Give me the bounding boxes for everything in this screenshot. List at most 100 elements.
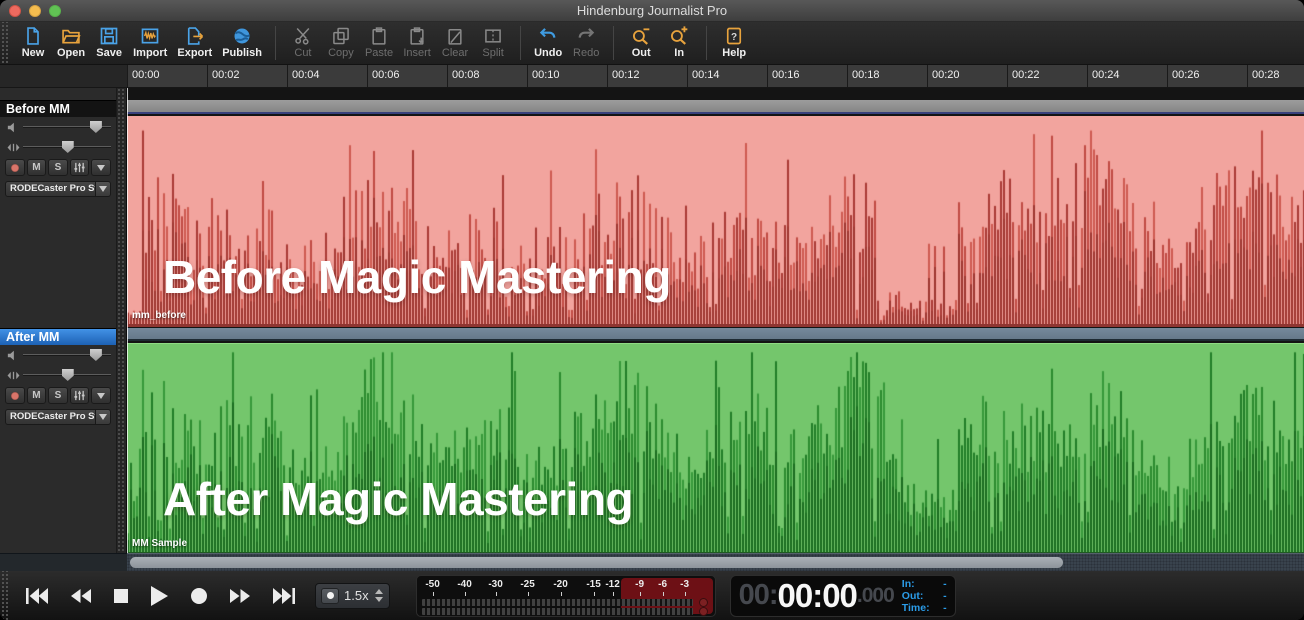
track-menu-button[interactable] [91, 387, 111, 404]
pan-icon [5, 142, 21, 153]
publish-button[interactable]: Publish [217, 24, 267, 62]
ruler-tick[interactable]: 00:28 [1247, 65, 1304, 87]
meter-scale-label: -20 [553, 579, 567, 590]
arm-record-button[interactable] [5, 387, 25, 404]
fast-forward-button[interactable] [230, 589, 250, 603]
volume-slider[interactable] [23, 121, 111, 133]
input-device-select[interactable]: RODECaster Pro St... [5, 409, 96, 425]
ruler-tick[interactable]: 00:00 [127, 65, 207, 87]
panel-resize-grip[interactable] [116, 88, 126, 553]
track-buttons: M S [0, 157, 117, 176]
mixer-button[interactable] [70, 159, 90, 176]
time-label: Time: [902, 602, 930, 614]
toolbar-edit-group: Cut Copy Paste Insert Clear Split [278, 22, 518, 64]
ruler-tick[interactable]: 00:24 [1087, 65, 1167, 87]
clip-indicator-left[interactable] [699, 598, 708, 607]
playhead[interactable] [127, 88, 128, 553]
skip-to-end-button[interactable] [273, 588, 295, 604]
ruler-tick[interactable]: 00:08 [447, 65, 527, 87]
copy-label: Copy [328, 47, 354, 59]
meter-scale-label: -9 [635, 579, 644, 590]
track-title-after-mm[interactable]: After MM [0, 328, 117, 345]
ruler-tick[interactable]: 00:06 [367, 65, 447, 87]
ruler-tick[interactable]: 00:14 [687, 65, 767, 87]
export-button[interactable]: Export [172, 24, 217, 62]
clip-before-mm[interactable]: Before Magic Mastering mm_before [127, 116, 1304, 327]
zoom-button[interactable] [49, 5, 61, 17]
speed-up-button[interactable] [375, 589, 383, 594]
speed-down-button[interactable] [375, 597, 383, 602]
solo-button[interactable]: S [48, 387, 68, 404]
zoom-in-button[interactable]: In [660, 24, 698, 62]
ruler-tick[interactable]: 00:20 [927, 65, 1007, 87]
pan-slider[interactable] [23, 369, 111, 381]
volume-slider-thumb[interactable] [90, 349, 102, 361]
level-meter: -50-40-30-25-20-15-12-9-6-3 [416, 575, 716, 617]
ruler-tick[interactable]: 00:26 [1167, 65, 1247, 87]
zoom-out-button[interactable]: Out [622, 24, 660, 62]
mixer-button[interactable] [70, 387, 90, 404]
toolbar-grip[interactable] [0, 22, 8, 64]
clear-icon [445, 26, 465, 46]
play-button[interactable] [151, 586, 168, 606]
meter-scale-label: -30 [488, 579, 502, 590]
pan-slider-thumb[interactable] [62, 369, 74, 381]
redo-button: Redo [567, 24, 605, 62]
arm-record-button[interactable] [5, 159, 25, 176]
import-button[interactable]: Import [128, 24, 172, 62]
ruler-tick[interactable]: 00:16 [767, 65, 847, 87]
solo-button[interactable]: S [48, 159, 68, 176]
volume-slider[interactable] [23, 349, 111, 361]
new-document-icon [23, 26, 43, 46]
clip-indicator-right[interactable] [699, 607, 708, 616]
paste-button: Paste [360, 24, 398, 62]
insert-button: Insert [398, 24, 436, 62]
minimize-button[interactable] [29, 5, 41, 17]
ruler-tick[interactable]: 00:22 [1007, 65, 1087, 87]
ruler-tick[interactable]: 00:04 [287, 65, 367, 87]
horizontal-scrollbar-thumb[interactable] [130, 557, 1063, 568]
out-value: - [943, 590, 947, 602]
volume-slider-thumb[interactable] [90, 121, 102, 133]
ruler-tick[interactable]: 00:12 [607, 65, 687, 87]
open-button[interactable]: Open [52, 24, 90, 62]
volume-row [0, 345, 117, 365]
device-dropdown-arrow[interactable] [96, 181, 111, 197]
toolbar-separator [275, 26, 276, 60]
clear-label: Clear [442, 47, 468, 59]
help-button[interactable]: ? Help [715, 24, 753, 62]
track-menu-button[interactable] [91, 159, 111, 176]
stop-button[interactable] [114, 589, 128, 603]
ruler-tick[interactable]: 00:18 [847, 65, 927, 87]
chevron-down-icon [97, 393, 105, 399]
transport-grip[interactable] [0, 571, 8, 620]
rewind-button[interactable] [71, 589, 91, 603]
record-button[interactable] [191, 588, 207, 604]
horizontal-scrollbar[interactable] [127, 553, 1304, 571]
clip-header-before[interactable] [127, 100, 1304, 114]
skip-to-start-button[interactable] [26, 588, 48, 604]
speed-record-toggle[interactable] [321, 588, 339, 604]
pan-slider[interactable] [23, 141, 111, 153]
mute-button[interactable]: M [27, 387, 47, 404]
close-button[interactable] [9, 5, 21, 17]
wave-area: Before Magic Mastering mm_before After M… [127, 88, 1304, 553]
mute-button[interactable]: M [27, 159, 47, 176]
new-button[interactable]: New [14, 24, 52, 62]
paste-clipboard-icon [369, 26, 389, 46]
clip-header-after[interactable] [127, 328, 1304, 341]
device-dropdown-arrow[interactable] [96, 409, 111, 425]
ruler-tick[interactable]: 00:10 [527, 65, 607, 87]
track-panel-after-mm: After MM M [0, 328, 117, 425]
copy-button: Copy [322, 24, 360, 62]
traffic-lights [9, 5, 61, 17]
pan-slider-thumb[interactable] [62, 141, 74, 153]
save-button[interactable]: Save [90, 24, 128, 62]
clip-after-mm[interactable]: After Magic Mastering MM Sample [127, 343, 1304, 554]
input-device-select[interactable]: RODECaster Pro St... [5, 181, 96, 197]
undo-button[interactable]: Undo [529, 24, 567, 62]
ruler-tick[interactable]: 00:02 [207, 65, 287, 87]
track-title-before-mm[interactable]: Before MM [0, 100, 117, 117]
redo-arrow-icon [576, 26, 596, 46]
timeline-ruler[interactable]: 00:0000:0200:0400:0600:0800:1000:1200:14… [127, 65, 1304, 88]
